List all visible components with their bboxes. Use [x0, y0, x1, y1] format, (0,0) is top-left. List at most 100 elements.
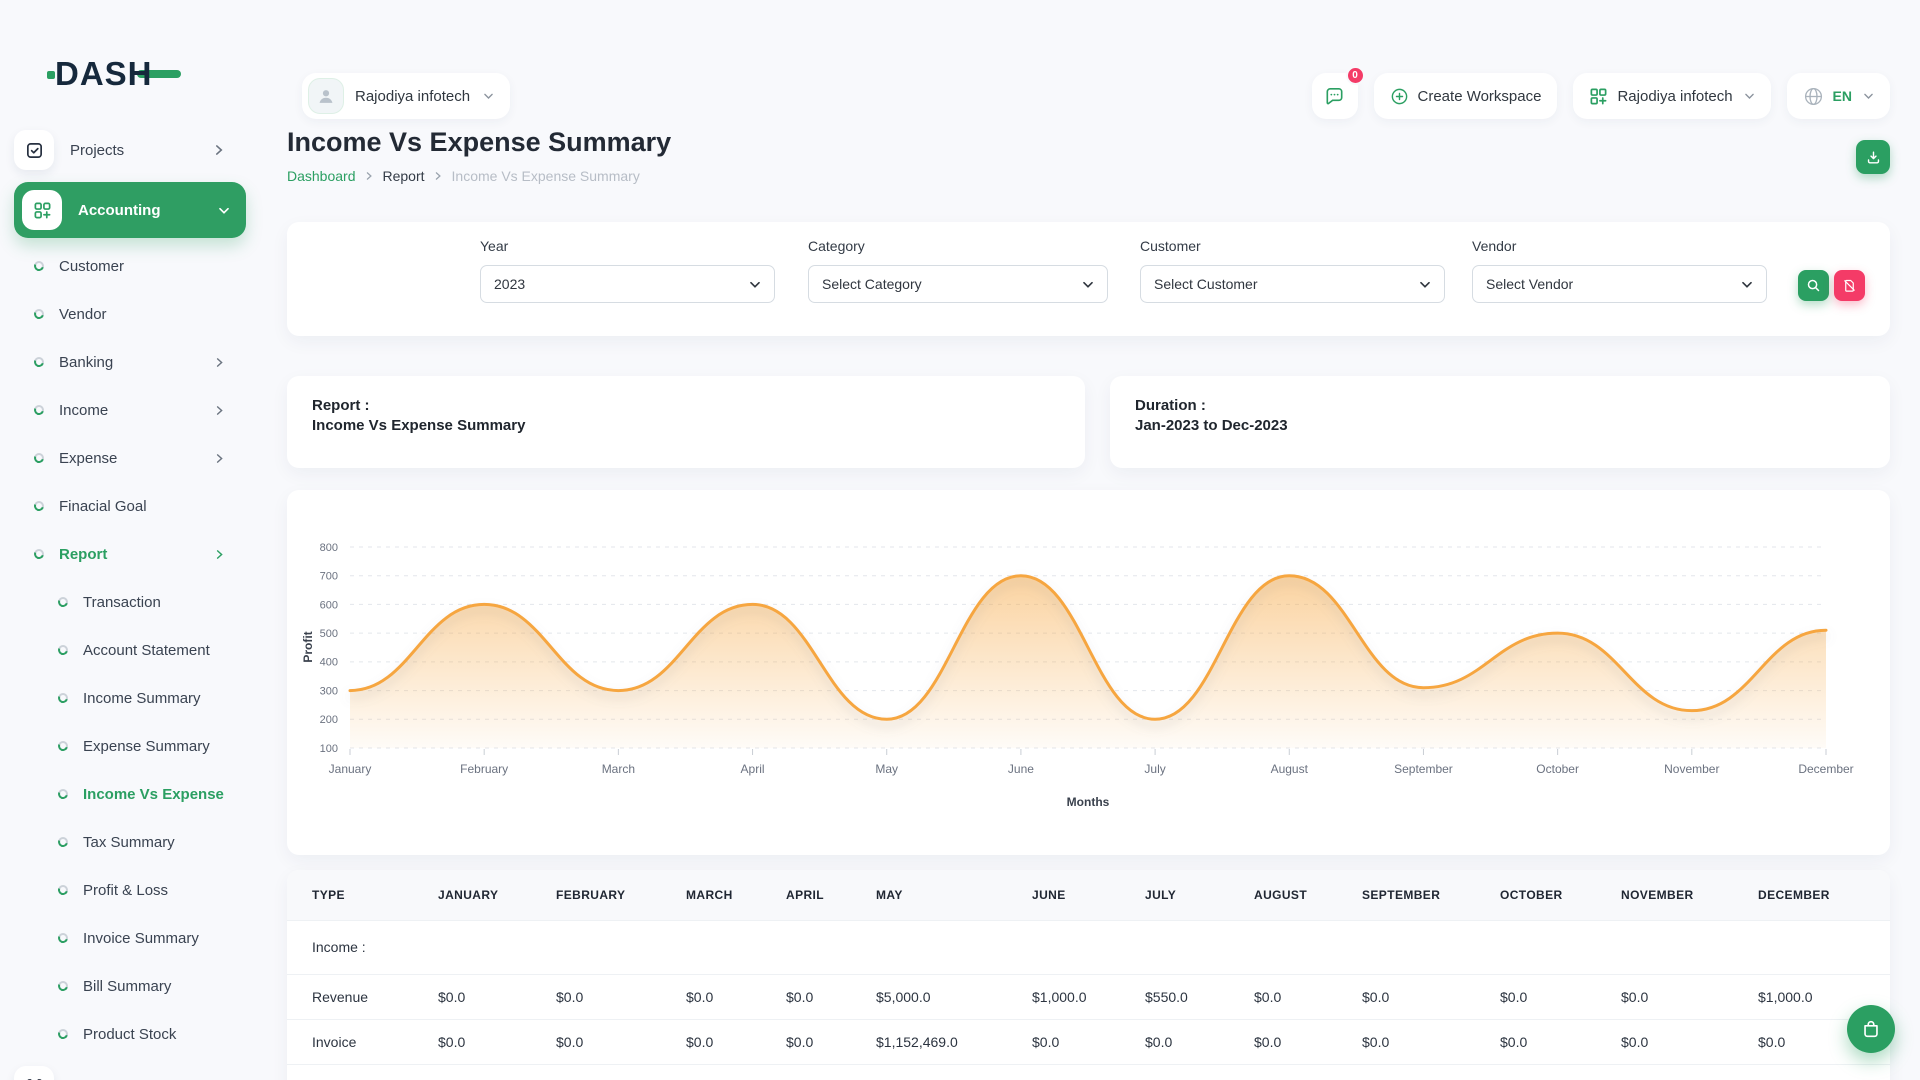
svg-text:June: June	[1008, 762, 1034, 776]
sidebar-item-bill-summary[interactable]: Bill Summary	[14, 962, 246, 1010]
sidebar-item-financial-goal[interactable]: Finacial Goal	[14, 482, 246, 530]
duration-label: Duration :	[1135, 396, 1865, 416]
sidebar-item-banking[interactable]: Banking	[14, 338, 246, 386]
svg-text:January: January	[329, 762, 372, 776]
income-expense-table-card: TYPE JANUARY FEBRUARY MARCH APRIL MAY JU…	[287, 870, 1890, 1080]
create-workspace-button[interactable]: Create Workspace	[1374, 73, 1558, 119]
sidebar-item-label: Customer	[59, 258, 124, 275]
sidebar-item-vendor[interactable]: Vendor	[14, 290, 246, 338]
sidebar-item-income[interactable]: Income	[14, 386, 246, 434]
accounting-grid-icon	[22, 190, 62, 230]
svg-text:September: September	[1394, 762, 1453, 776]
shopping-bag-icon	[1860, 1018, 1882, 1040]
sidebar-item-label: Income	[59, 402, 108, 419]
brand-logo[interactable]: DASH	[55, 52, 181, 96]
category-select[interactable]: Select Category	[808, 265, 1108, 303]
chevron-down-icon	[749, 280, 761, 289]
sidebar-item-income-vs-expense[interactable]: Income Vs Expense	[14, 770, 246, 818]
sidebar-item-transaction[interactable]: Transaction	[14, 578, 246, 626]
filter-panel: Year 2023 Category Select Category Custo…	[287, 222, 1890, 336]
chart-series	[350, 576, 1826, 748]
svg-text:August: August	[1271, 762, 1309, 776]
sidebar-item-label: Vendor	[59, 306, 107, 323]
breadcrumb-report[interactable]: Report	[383, 168, 425, 184]
income-expense-table: TYPE JANUARY FEBRUARY MARCH APRIL MAY JU…	[287, 870, 1890, 1080]
col-december: DECEMBER	[1758, 870, 1890, 920]
profit-area-chart[interactable]: 100200300400500600700800JanuaryFebruaryM…	[287, 490, 1890, 855]
customer-value: Select Customer	[1154, 276, 1257, 292]
svg-text:200: 200	[320, 714, 338, 726]
category-value: Select Category	[822, 276, 922, 292]
sidebar-item-projects[interactable]: Projects	[14, 122, 246, 178]
notification-badge: 0	[1346, 66, 1365, 85]
hrm-person-icon	[14, 1066, 54, 1080]
chevron-right-icon	[216, 357, 224, 368]
chevron-down-icon	[1419, 280, 1431, 289]
workspace-selector[interactable]: Rajodiya infotech	[1573, 73, 1770, 119]
bullet-icon	[58, 789, 68, 799]
apply-filter-button[interactable]	[1798, 270, 1829, 301]
chevron-down-icon	[1863, 92, 1874, 100]
plus-circle-icon	[1390, 87, 1409, 106]
sidebar-item-product-stock[interactable]: Product Stock	[14, 1010, 246, 1058]
bullet-icon	[34, 549, 44, 559]
create-workspace-label: Create Workspace	[1418, 88, 1542, 105]
sidebar-item-label: Income Vs Expense	[83, 786, 224, 803]
col-july: JULY	[1145, 870, 1254, 920]
company-selector[interactable]: Rajodiya infotech	[302, 73, 510, 119]
sidebar-item-label: Bill Summary	[83, 978, 171, 995]
download-button[interactable]	[1856, 140, 1890, 174]
shop-fab-button[interactable]	[1847, 1005, 1895, 1053]
svg-text:May: May	[875, 762, 898, 776]
reset-filter-button[interactable]	[1834, 270, 1865, 301]
vendor-select[interactable]: Select Vendor	[1472, 265, 1767, 303]
x-axis-title: Months	[1067, 795, 1110, 809]
sidebar-item-label: Income Summary	[83, 690, 201, 707]
chevron-right-icon	[435, 171, 442, 181]
chevron-right-icon	[216, 453, 224, 464]
sidebar-item-tax-summary[interactable]: Tax Summary	[14, 818, 246, 866]
svg-text:600: 600	[320, 599, 338, 611]
sidebar-item-expense-summary[interactable]: Expense Summary	[14, 722, 246, 770]
sidebar-item-label: Transaction	[83, 594, 161, 611]
col-august: AUGUST	[1254, 870, 1362, 920]
sidebar-item-accounting[interactable]: Accounting	[14, 182, 246, 238]
breadcrumb-current: Income Vs Expense Summary	[452, 168, 640, 184]
vendor-label: Vendor	[1472, 238, 1767, 254]
table-section-expense: Expense :	[287, 1064, 1890, 1080]
sidebar-item-label: Expense	[59, 450, 117, 467]
svg-text:400: 400	[320, 657, 338, 669]
language-selector[interactable]: EN	[1787, 73, 1890, 119]
col-type: TYPE	[287, 870, 438, 920]
sidebar-item-label: Finacial Goal	[59, 498, 147, 515]
sidebar-item-customer[interactable]: Customer	[14, 242, 246, 290]
year-select[interactable]: 2023	[480, 265, 775, 303]
sidebar-item-hrm[interactable]: HRM	[14, 1058, 246, 1080]
svg-text:800: 800	[320, 542, 338, 554]
category-label: Category	[808, 238, 1108, 254]
breadcrumb-dashboard[interactable]: Dashboard	[287, 168, 356, 184]
year-value: 2023	[494, 276, 525, 292]
table-header-row: TYPE JANUARY FEBRUARY MARCH APRIL MAY JU…	[287, 870, 1890, 920]
duration-value: Jan-2023 to Dec-2023	[1135, 416, 1865, 436]
sidebar-item-profit-loss[interactable]: Profit & Loss	[14, 866, 246, 914]
bullet-icon	[34, 309, 44, 319]
sidebar-item-invoice-summary[interactable]: Invoice Summary	[14, 914, 246, 962]
page-title: Income Vs Expense Summary	[287, 127, 671, 158]
customer-select[interactable]: Select Customer	[1140, 265, 1445, 303]
svg-text:October: October	[1536, 762, 1579, 776]
profit-chart-card: 100200300400500600700800JanuaryFebruaryM…	[287, 490, 1890, 855]
logo-text: DASH	[55, 55, 153, 93]
vendor-value: Select Vendor	[1486, 276, 1573, 292]
avatar	[308, 78, 344, 114]
svg-text:100: 100	[320, 743, 338, 755]
sidebar-item-report[interactable]: Report	[14, 530, 246, 578]
sidebar-item-label: Banking	[59, 354, 113, 371]
col-april: APRIL	[786, 870, 876, 920]
sidebar-item-expense[interactable]: Expense	[14, 434, 246, 482]
col-september: SEPTEMBER	[1362, 870, 1500, 920]
bullet-icon	[34, 357, 44, 367]
messages-button[interactable]: 0	[1312, 73, 1358, 119]
sidebar-item-income-summary[interactable]: Income Summary	[14, 674, 246, 722]
sidebar-item-account-statement[interactable]: Account Statement	[14, 626, 246, 674]
